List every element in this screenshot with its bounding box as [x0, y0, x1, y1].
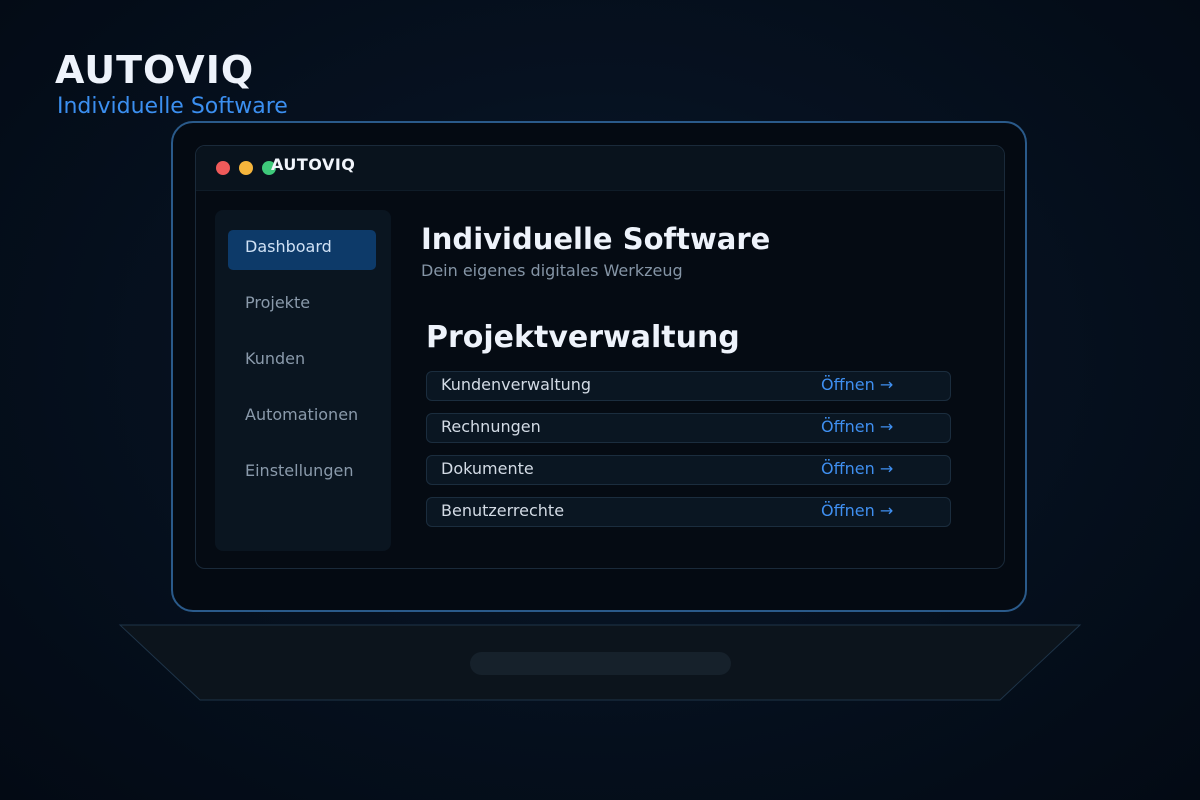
app-window: AUTOVIQ Dashboard Projekte Kunden Automa… [195, 145, 1005, 569]
app-name: AUTOVIQ [271, 155, 356, 174]
list-item: Benutzerrechte Öffnen → [426, 497, 951, 527]
list-item: Rechnungen Öffnen → [426, 413, 951, 443]
page-subtitle: Dein eigenes digitales Werkzeug [421, 261, 683, 280]
trackpad [470, 652, 731, 675]
page-title: Individuelle Software [421, 222, 771, 256]
sidebar-item-automationen[interactable]: Automationen [228, 398, 376, 438]
list-item-label: Rechnungen [441, 417, 541, 436]
open-link[interactable]: Öffnen → [821, 417, 893, 436]
list-item: Dokumente Öffnen → [426, 455, 951, 485]
close-dot[interactable] [216, 161, 230, 175]
open-link[interactable]: Öffnen → [821, 375, 893, 394]
sidebar-item-projekte[interactable]: Projekte [228, 286, 376, 326]
section-title: Projektverwaltung [426, 320, 740, 355]
sidebar: Dashboard Projekte Kunden Automationen E… [215, 210, 391, 551]
list-item-label: Kundenverwaltung [441, 375, 592, 394]
sidebar-item-dashboard[interactable]: Dashboard [228, 230, 376, 270]
open-link[interactable]: Öffnen → [821, 459, 893, 478]
stage: AUTOVIQ Individuelle Software AUTOVIQ Da… [0, 0, 1200, 800]
sidebar-item-einstellungen[interactable]: Einstellungen [228, 454, 376, 494]
minimize-dot[interactable] [239, 161, 253, 175]
sidebar-item-kunden[interactable]: Kunden [228, 342, 376, 382]
open-link[interactable]: Öffnen → [821, 501, 893, 520]
list-item-label: Benutzerrechte [441, 501, 565, 520]
list-item-label: Dokumente [441, 459, 534, 478]
title-bar: AUTOVIQ [196, 146, 1004, 191]
list-item: Kundenverwaltung Öffnen → [426, 371, 951, 401]
